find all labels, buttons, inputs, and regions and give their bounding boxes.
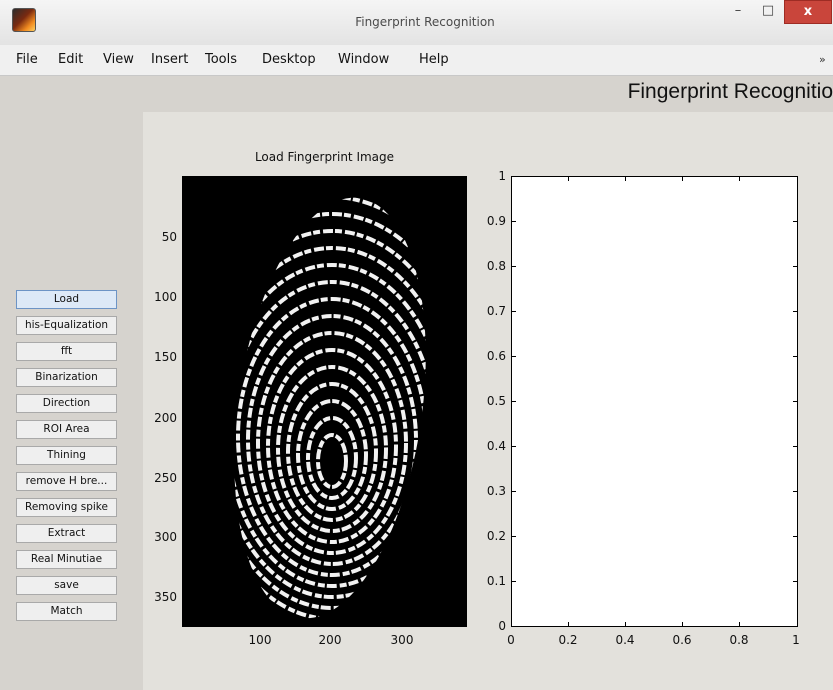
plot-ytick: 1 — [498, 169, 506, 183]
image-ytick: 150 — [154, 350, 177, 364]
tickmark — [511, 491, 516, 492]
image-ytick: 50 — [161, 230, 177, 244]
plot-xtick: 1 — [792, 633, 800, 647]
tickmark — [625, 176, 626, 181]
tickmark — [793, 491, 798, 492]
menu-desktop[interactable]: Desktop — [262, 52, 316, 67]
tickmark — [511, 581, 516, 582]
image-ytick: 350 — [154, 590, 177, 604]
tickmark — [511, 266, 516, 267]
plot-ytick: 0.8 — [486, 259, 506, 273]
menu-view[interactable]: View — [103, 52, 134, 67]
image-xtick: 100 — [248, 633, 272, 647]
menu-overflow-icon[interactable]: » — [819, 53, 826, 66]
tickmark — [739, 622, 740, 627]
tickmark — [682, 622, 683, 627]
tickmark — [793, 311, 798, 312]
roi-area-button[interactable]: ROI Area — [16, 420, 117, 439]
plot-ytick: 0.5 — [486, 394, 506, 408]
plot-xtick: 0.4 — [615, 633, 635, 647]
direction-button[interactable]: Direction — [16, 394, 117, 413]
image-ytick: 300 — [154, 530, 177, 544]
plot-xtick: 0 — [507, 633, 515, 647]
tickmark — [793, 266, 798, 267]
minimize-button[interactable]: – — [724, 0, 752, 22]
plot-ytick: 0.1 — [486, 574, 506, 588]
image-xtick: 200 — [318, 633, 342, 647]
menu-edit[interactable]: Edit — [58, 52, 83, 67]
image-ytick: 250 — [154, 471, 177, 485]
tickmark — [793, 221, 798, 222]
image-axes-title: Load Fingerprint Image — [254, 150, 395, 164]
plot-ytick: 0.2 — [486, 529, 506, 543]
matlab-logo-icon — [12, 8, 36, 32]
tickmark — [568, 176, 569, 181]
plot-ytick: 0.6 — [486, 349, 506, 363]
thinning-button[interactable]: Thining — [16, 446, 117, 465]
tickmark — [511, 401, 516, 402]
plot-ytick: 0.7 — [486, 304, 506, 318]
matlab-figure-window: Fingerprint Recognition – □ x File Edit … — [0, 0, 833, 690]
maximize-button[interactable]: □ — [754, 0, 782, 22]
tickmark — [511, 311, 516, 312]
tickmark — [682, 176, 683, 181]
close-button[interactable]: x — [784, 0, 832, 24]
tickmark — [511, 356, 516, 357]
plot-xtick: 0.6 — [672, 633, 692, 647]
tickmark — [568, 622, 569, 627]
plot-ytick: 0.3 — [486, 484, 506, 498]
load-button[interactable]: Load — [16, 290, 117, 309]
remove-h-breaks-button[interactable]: remove H bre... — [16, 472, 117, 491]
window-title: Fingerprint Recognition — [355, 15, 495, 29]
image-ytick: 200 — [154, 411, 177, 425]
plot-ytick: 0 — [498, 619, 506, 633]
title-bar: Fingerprint Recognition – □ x — [0, 0, 833, 45]
tickmark — [793, 446, 798, 447]
tickmark — [511, 536, 516, 537]
real-minutiae-button[interactable]: Real Minutiae — [16, 550, 117, 569]
plot-xtick: 0.2 — [558, 633, 578, 647]
empty-plot-area — [511, 176, 798, 627]
tickmark — [625, 622, 626, 627]
plot-xtick: 0.8 — [729, 633, 749, 647]
histogram-equalization-button[interactable]: his-Equalization — [16, 316, 117, 335]
image-ytick: 100 — [154, 290, 177, 304]
image-xtick: 300 — [390, 633, 414, 647]
fft-button[interactable]: fft — [16, 342, 117, 361]
extract-button[interactable]: Extract — [16, 524, 117, 543]
menu-file[interactable]: File — [16, 52, 38, 67]
tickmark — [511, 221, 516, 222]
app-title: Fingerprint Recognitio — [627, 80, 833, 103]
tickmark — [793, 581, 798, 582]
tickmark — [793, 401, 798, 402]
menu-window[interactable]: Window — [338, 52, 389, 67]
tickmark — [739, 176, 740, 181]
tickmark — [793, 356, 798, 357]
save-button[interactable]: save — [16, 576, 117, 595]
tickmark — [793, 536, 798, 537]
removing-spike-button[interactable]: Removing spike — [16, 498, 117, 517]
menu-insert[interactable]: Insert — [151, 52, 188, 67]
menu-help[interactable]: Help — [419, 52, 449, 67]
menu-bar: File Edit View Insert Tools Desktop Wind… — [0, 45, 833, 76]
binarization-button[interactable]: Binarization — [16, 368, 117, 387]
plot-ytick: 0.9 — [486, 214, 506, 228]
menu-tools[interactable]: Tools — [205, 52, 237, 67]
fingerprint-image — [182, 176, 467, 627]
tickmark — [511, 446, 516, 447]
plot-ytick: 0.4 — [486, 439, 506, 453]
match-button[interactable]: Match — [16, 602, 117, 621]
